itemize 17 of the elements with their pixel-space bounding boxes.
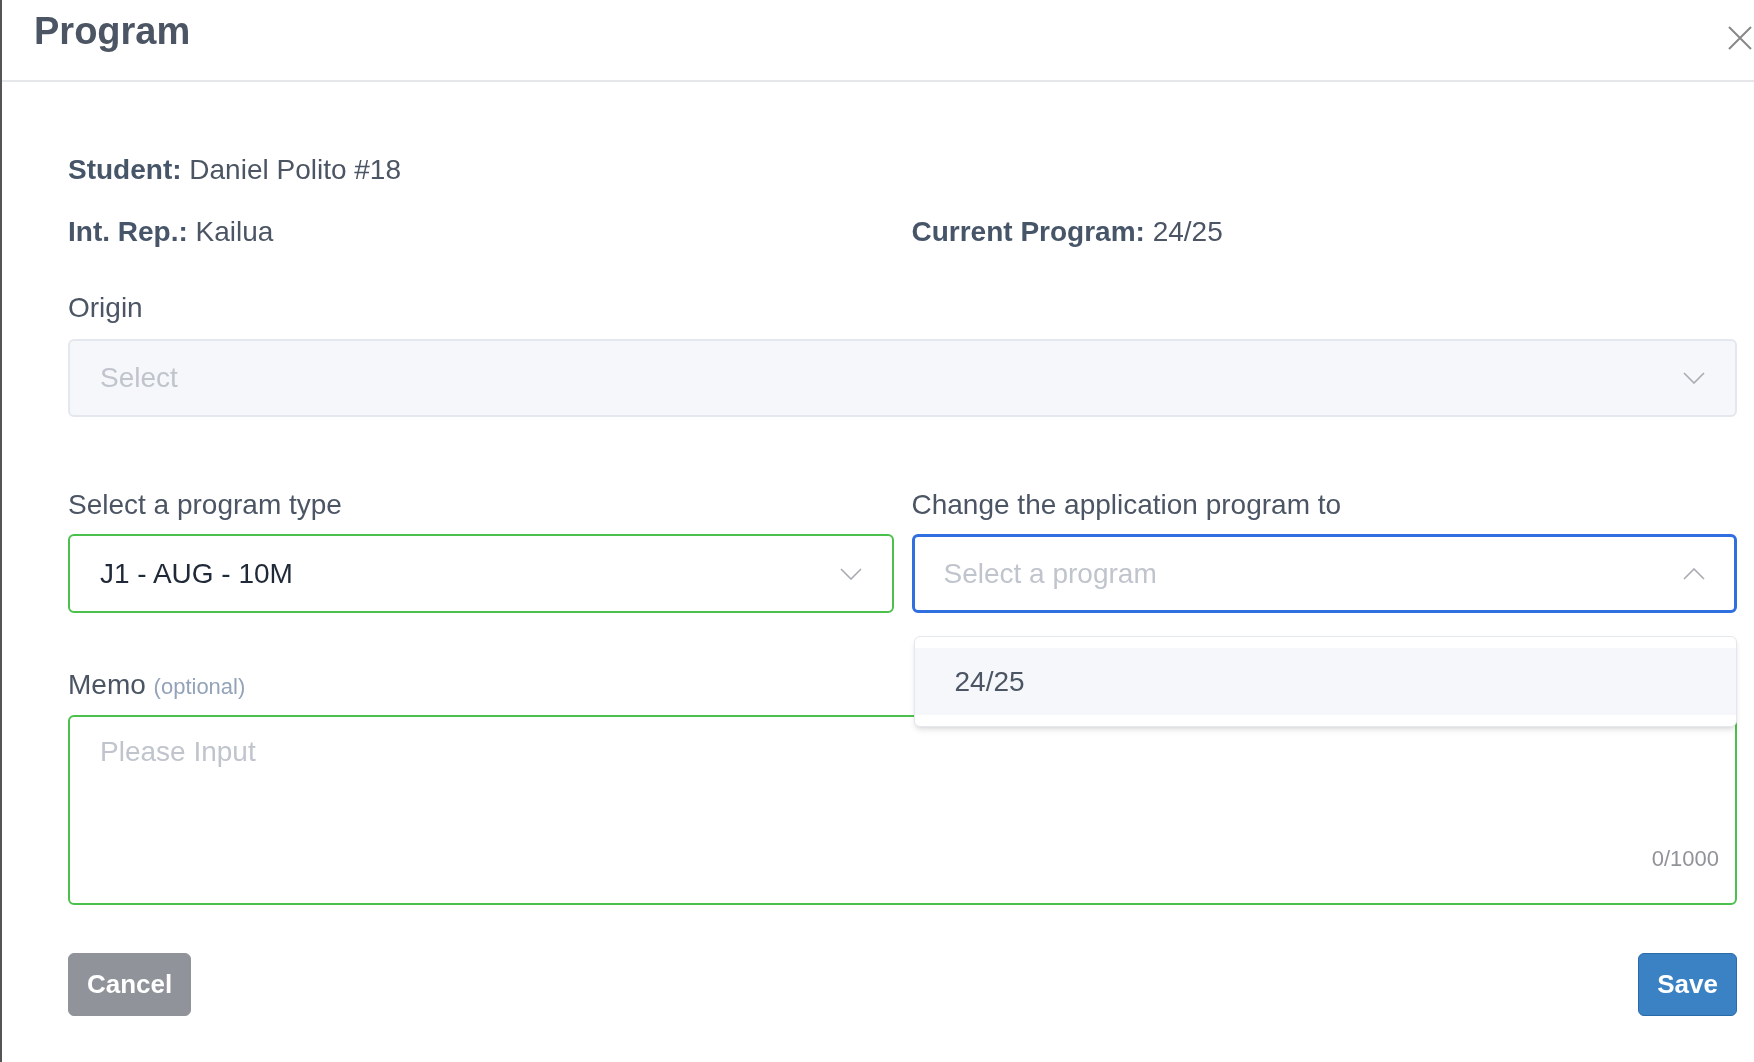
field-label: Select a program type: [68, 488, 343, 522]
dropdown-option[interactable]: 24/25: [914, 648, 1736, 715]
cancel-button[interactable]: Cancel: [68, 953, 192, 1016]
info-text: Current Program: 24/25: [911, 215, 1224, 249]
field-label: Origin: [68, 291, 144, 325]
close-icon[interactable]: [1728, 26, 1752, 50]
chevron-icon: [1683, 567, 1705, 580]
info-text: Int. Rep.: Kailua: [68, 215, 275, 249]
char-counter: 0/1000: [1651, 845, 1719, 873]
save-button[interactable]: Save: [1638, 953, 1737, 1016]
field-label: Change the application program to: [911, 488, 1343, 522]
chevron-icon: [839, 567, 862, 580]
program-type-select[interactable]: J1 - AUG - 10M: [68, 534, 894, 613]
chevron-icon: [1683, 372, 1705, 384]
dialog-title: Program: [34, 9, 191, 54]
field-label: Memo (optional): [68, 668, 246, 702]
info-text: Student: Daniel Polito #18: [68, 153, 402, 187]
